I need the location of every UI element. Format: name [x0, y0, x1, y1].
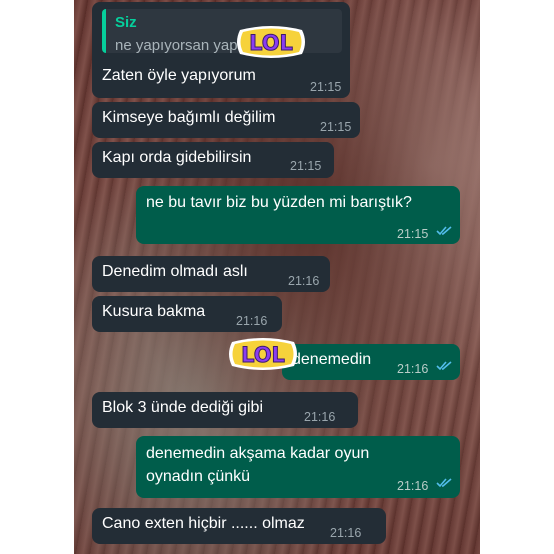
message-text: denemedin: [292, 351, 372, 368]
sticker-label: LOL: [241, 343, 285, 367]
incoming-message[interactable]: Kapı orda gidebilirsin 21:15: [92, 142, 334, 178]
incoming-message[interactable]: Cano exten hiçbir ...... olmaz 21:16: [92, 508, 386, 544]
outgoing-message[interactable]: ne bu tavır biz bu yüzden mi barıştık? 2…: [136, 186, 460, 244]
incoming-message[interactable]: Kimseye bağımlı değilim 21:15: [92, 102, 360, 138]
message-time: 21:16: [288, 274, 320, 288]
message-time: 21:15: [290, 159, 322, 173]
incoming-message[interactable]: Blok 3 ünde dediği gibi 21:16: [92, 392, 358, 428]
incoming-message[interactable]: Kusura bakma 21:16: [92, 296, 282, 332]
message-time: 21:16: [236, 314, 268, 328]
message-text: Blok 3 ünde dediği gibi: [102, 399, 264, 416]
message-time: 21:16: [330, 526, 362, 540]
message-text: ne bu tavır biz bu yüzden mi barıştık?: [146, 194, 412, 211]
lol-sticker-icon: LOL: [229, 338, 297, 370]
message-time: 21:16: [304, 410, 336, 424]
incoming-message[interactable]: Denedim olmadı aslı 21:16: [92, 256, 330, 292]
message-text: Kapı orda gidebilirsin: [102, 149, 252, 166]
sticker-label: LOL: [249, 31, 293, 55]
message-text-line-2: oynadın çünkü: [146, 468, 251, 485]
message-text: Cano exten hiçbir ...... olmaz: [102, 515, 305, 532]
incoming-message[interactable]: Siz ne yapıyorsan yap Zaten öyle yapıyor…: [92, 2, 350, 98]
message-time: 21:15: [320, 120, 352, 134]
message-time: 21:16: [397, 362, 429, 376]
read-receipt-icon: [436, 478, 452, 488]
message-time: 21:16: [397, 479, 429, 493]
chat-background: Siz ne yapıyorsan yap Zaten öyle yapıyor…: [74, 0, 480, 554]
lol-sticker-icon: LOL: [237, 26, 305, 58]
read-receipt-icon: [436, 226, 452, 236]
message-text: Kusura bakma: [102, 303, 206, 320]
outgoing-message[interactable]: denemedin 21:16: [282, 344, 460, 380]
message-text-line-1: denemedin akşama kadar oyun: [146, 445, 370, 462]
message-time: 21:15: [310, 80, 342, 94]
outgoing-message[interactable]: denemedin akşama kadar oyun oynadın çünk…: [136, 436, 460, 498]
message-text: Denedim olmadı aslı: [102, 263, 248, 280]
message-text: Zaten öyle yapıyorum: [102, 67, 256, 84]
message-text: Kimseye bağımlı değilim: [102, 109, 276, 126]
read-receipt-icon: [436, 361, 452, 371]
message-time: 21:15: [397, 227, 429, 241]
